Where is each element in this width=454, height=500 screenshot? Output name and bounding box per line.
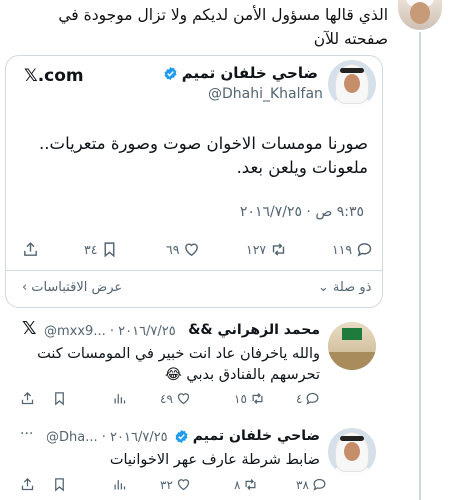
reply1-header: محمد الزهراني && [188, 322, 320, 338]
embedded-tweet-card[interactable]: 𝕏.com ضاحي خلفان تميم @Dhahi_Khalfan صور… [5, 55, 383, 308]
share-icon [21, 477, 34, 491]
author-handle[interactable]: @Dhahi_Khalfan [208, 86, 323, 102]
reply2-bookmark-button[interactable] [52, 477, 67, 492]
reply-button[interactable]: ١١٩ [332, 241, 373, 258]
tweet-timestamp[interactable]: ٩:٣٥ ص · ٢٠١٦/٧/٢٥ [240, 204, 364, 220]
reply2-avatar[interactable] [328, 428, 376, 476]
share-button[interactable] [22, 241, 39, 258]
reply1-retweet-count: ١٥ [234, 391, 247, 406]
reply2-like-button[interactable]: ٣٢ [160, 477, 191, 492]
heart-icon [177, 393, 190, 405]
reply2-reply-button[interactable]: ٣٨ [296, 477, 327, 492]
author-name[interactable]: ضاحي خلفان تميم [182, 64, 318, 82]
reply2-handle-date[interactable]: @Dha... · ٢٠١٦/٧/٢٥ [46, 430, 168, 445]
author-name-row[interactable]: ضاحي خلفان تميم [163, 64, 318, 82]
reply-bubble-icon [306, 392, 319, 405]
reply2-retweet-button[interactable]: ٨ [234, 477, 258, 492]
retweet-icon [245, 479, 256, 490]
reply-bubble-icon [357, 243, 372, 257]
reply-count: ١١٩ [332, 242, 353, 257]
retweet-icon [252, 393, 263, 404]
reply-bubble-icon [313, 478, 326, 491]
related-link[interactable]: ⌄ ذو صلة [318, 280, 371, 295]
commenter-avatar[interactable] [398, 0, 442, 30]
reply1-reply-button[interactable]: ٤ [296, 391, 320, 406]
x-logo-icon: 𝕏 [22, 318, 37, 339]
bookmark-button[interactable]: ٣٤ [84, 241, 118, 258]
reply1-avatar[interactable] [328, 322, 376, 370]
tweet-text: صورنا مومسات الاخوان صوت وصورة متعريات..… [39, 134, 368, 177]
reply1-retweet-button[interactable]: ١٥ [234, 391, 265, 406]
bookmark-icon [55, 392, 64, 406]
view-quotes-label: عرض الاقتباسات [31, 280, 123, 295]
card-divider [6, 270, 382, 271]
reply2-retweet-count: ٨ [234, 477, 241, 492]
reply1-bookmark-button[interactable] [52, 391, 67, 406]
reply2-like-count: ٣٢ [160, 477, 173, 492]
reply1-reply-count: ٤ [296, 391, 303, 406]
comment-text: الذي قالها مسؤول الأمن لديكم ولا تزال مو… [58, 6, 388, 48]
reply1-author-name[interactable]: محمد الزهراني && [188, 322, 320, 338]
reply1-like-count: ٤٩ [160, 391, 173, 406]
views-chart-icon [114, 480, 126, 490]
more-options-icon[interactable]: ··· [20, 426, 33, 442]
reply1-handle-date[interactable]: @mxx9... · ٢٠١٦/٧/٢٥ [44, 324, 176, 339]
thread-connector-line [419, 32, 421, 500]
share-icon [21, 391, 34, 405]
reply2-reply-count: ٣٨ [296, 477, 309, 492]
retweet-count: ١٢٧ [246, 242, 267, 257]
views-chart-icon [114, 394, 126, 404]
reply1-views-button[interactable] [112, 391, 127, 406]
reply2-views-button[interactable] [112, 477, 127, 492]
share-icon [24, 242, 37, 256]
chevron-left-icon: ‹ [22, 280, 28, 295]
heart-icon [177, 479, 190, 491]
like-button[interactable]: ٦٩ [166, 241, 200, 258]
author-avatar[interactable] [328, 60, 376, 108]
retweet-button[interactable]: ١٢٧ [246, 241, 287, 258]
verified-badge-icon [164, 66, 177, 80]
x-brand-label[interactable]: 𝕏.com [24, 66, 84, 86]
bookmark-count: ٣٤ [84, 242, 98, 257]
related-label: ذو صلة [332, 280, 372, 295]
view-quotes-link[interactable]: ‹ عرض الاقتباسات [22, 280, 122, 295]
reply2-share-button[interactable] [20, 477, 35, 492]
bookmark-icon [104, 242, 115, 258]
reply1-like-button[interactable]: ٤٩ [160, 391, 191, 406]
heart-icon [185, 243, 199, 257]
retweet-icon [272, 243, 285, 256]
reply1-share-button[interactable] [20, 391, 35, 406]
bookmark-icon [55, 478, 64, 492]
reply2-author-name[interactable]: ضاحي خلفان تميم [193, 428, 320, 444]
reply2-header: ضاحي خلفان تميم [174, 428, 320, 444]
chevron-down-icon: ⌄ [318, 280, 329, 295]
reply1-text-line2: تحرسهم بالفنادق بدبي 😂 [164, 367, 320, 383]
reply1-text-line1: والله ياخرفان عاد انت خبير في المومسات ك… [37, 346, 320, 362]
reply2-text: ضابط شرطة عارف عهر الاخوانيات [109, 452, 320, 468]
like-count: ٦٩ [166, 242, 180, 257]
verified-badge-icon [175, 429, 188, 443]
